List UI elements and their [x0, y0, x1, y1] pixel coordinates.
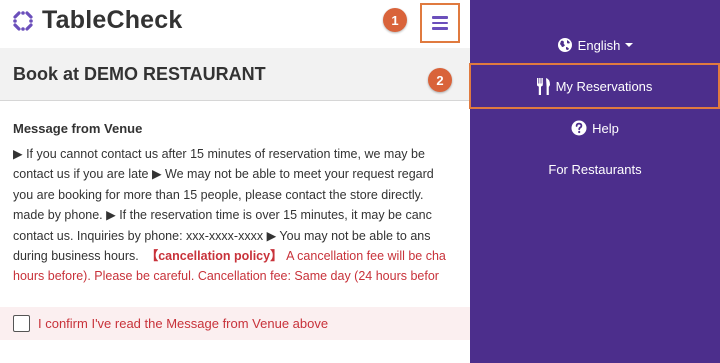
- for-restaurants-label: For Restaurants: [548, 161, 642, 177]
- my-reservations-label: My Reservations: [555, 78, 653, 94]
- cancellation-policy-label: 【cancellation policy】: [145, 248, 283, 263]
- help-link[interactable]: Help: [470, 107, 720, 149]
- message-line: you are booking for more than 15 people,…: [13, 187, 424, 202]
- hamburger-menu-icon: [432, 16, 448, 30]
- header: TableCheck 1: [0, 0, 470, 48]
- annotation-badge-1: 1: [383, 8, 407, 32]
- globe-icon: [557, 37, 573, 53]
- question-circle-icon: [571, 120, 587, 136]
- help-label: Help: [592, 120, 619, 136]
- message-line: contact us if you are late ▶ We may not …: [13, 167, 434, 182]
- message-line: hours before). Please be careful. Cancel…: [13, 269, 439, 284]
- my-reservations-link[interactable]: My Reservations: [469, 63, 720, 109]
- confirm-label[interactable]: I confirm I've read the Message from Ven…: [38, 316, 328, 331]
- language-label: English: [577, 37, 621, 53]
- message-heading: Message from Venue: [13, 121, 143, 136]
- page-title: Book at DEMO RESTAURANT: [13, 64, 266, 84]
- caret-down-icon: [625, 43, 634, 47]
- tablecheck-logo[interactable]: TableCheck: [12, 6, 182, 35]
- language-selector[interactable]: English: [470, 24, 720, 66]
- title-bar: Book at DEMO RESTAURANT: [0, 48, 470, 101]
- message-line: contact us. Inquiries by phone: xxx-xxxx…: [13, 228, 431, 243]
- cancellation-policy-text: A cancellation fee will be cha: [286, 248, 446, 263]
- message-body: ▶ If you cannot contact us after 15 minu…: [13, 144, 483, 288]
- annotation-badge-2: 2: [428, 68, 452, 92]
- message-line-text: during business hours.: [13, 248, 139, 263]
- for-restaurants-link[interactable]: For Restaurants: [470, 148, 720, 190]
- nav-drawer: English My Reservations Help For Restaur…: [469, 0, 720, 363]
- confirm-checkbox[interactable]: [13, 315, 30, 332]
- hamburger-menu-button[interactable]: [420, 3, 460, 43]
- fork-knife-icon: [536, 77, 551, 95]
- message-line: made by phone. ▶ If the reservation time…: [13, 208, 432, 223]
- tablecheck-logo-icon: [12, 10, 34, 32]
- logo-text: TableCheck: [42, 6, 183, 34]
- confirm-row[interactable]: I confirm I've read the Message from Ven…: [0, 307, 470, 340]
- message-line: during business hours. 【cancellation pol…: [13, 246, 483, 266]
- message-line: ▶ If you cannot contact us after 15 minu…: [13, 147, 425, 161]
